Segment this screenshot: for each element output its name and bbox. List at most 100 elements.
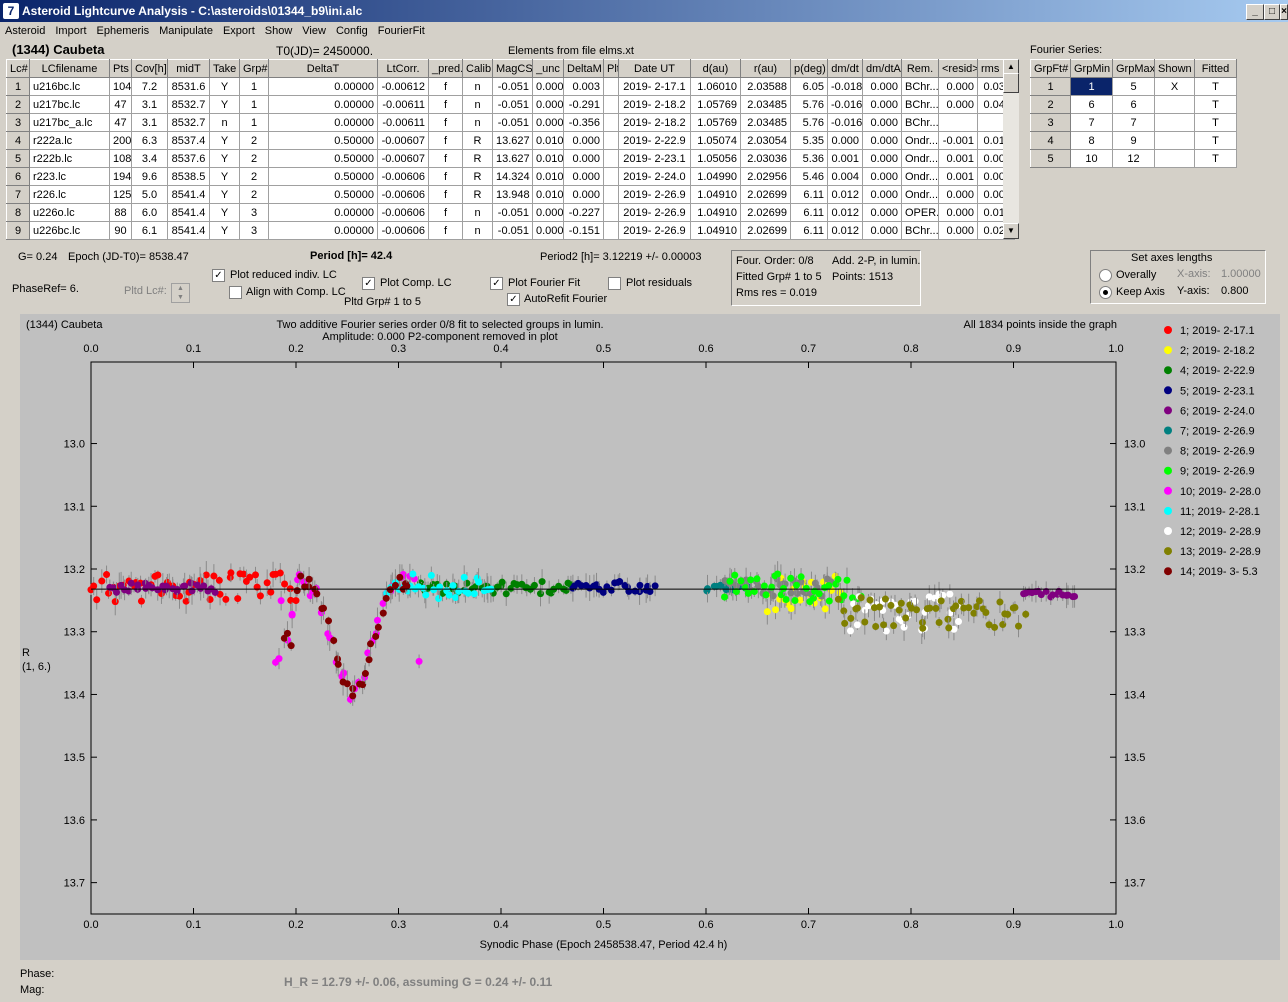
lc-column-header[interactable]: DeltaT — [268, 59, 378, 78]
lc-cell[interactable]: 1.05056 — [690, 149, 741, 168]
lc-cell[interactable]: 3.1 — [131, 95, 168, 114]
lc-cell[interactable]: Y — [209, 203, 240, 222]
lc-cell[interactable]: -0.051 — [492, 77, 533, 96]
lc-cell[interactable]: BChr... — [901, 77, 939, 96]
lc-cell[interactable]: u226o.lc — [29, 203, 110, 222]
lc-cell[interactable]: -0.00606 — [377, 203, 429, 222]
lc-cell[interactable]: 6.11 — [790, 221, 828, 240]
fourier-cell[interactable]: X — [1154, 77, 1195, 96]
menu-view[interactable]: View — [297, 22, 331, 37]
lc-cell[interactable]: 0.00000 — [268, 203, 378, 222]
lc-cell[interactable]: 5.76 — [790, 113, 828, 132]
lc-cell[interactable]: 0.00000 — [268, 77, 378, 96]
lc-table-row[interactable]: 5 r222b.lc 108 3.4 8537.6 Y 2 0.50000 -0.00607 f R… — [6, 149, 1015, 168]
lc-cell[interactable]: 0.00000 — [268, 221, 378, 240]
lc-cell[interactable]: -0.00611 — [377, 95, 429, 114]
lc-cell[interactable]: 2.03485 — [740, 113, 791, 132]
lc-cell[interactable]: 0.004 — [827, 167, 863, 186]
lc-cell[interactable]: u217bc.lc — [29, 95, 110, 114]
lc-cell[interactable]: 0.000 — [862, 149, 902, 168]
lc-column-header[interactable]: Plt — [603, 59, 619, 78]
lc-cell[interactable] — [603, 149, 619, 168]
lc-cell[interactable]: 0.003 — [563, 77, 604, 96]
lc-cell[interactable]: n — [462, 221, 493, 240]
lc-cell[interactable]: 88 — [109, 203, 132, 222]
lc-cell[interactable]: 0.000 — [563, 185, 604, 204]
lc-cell[interactable]: 0.000 — [938, 185, 978, 204]
lc-cell[interactable]: 2.02699 — [740, 203, 791, 222]
lc-cell[interactable]: n — [462, 113, 493, 132]
lc-cell[interactable]: 14.324 — [492, 167, 533, 186]
lc-cell[interactable]: 1.04910 — [690, 221, 741, 240]
lc-cell[interactable]: 0.00000 — [268, 95, 378, 114]
lc-cell[interactable]: 6.3 — [131, 131, 168, 150]
lc-cell[interactable] — [603, 167, 619, 186]
lc-cell[interactable]: u226bc.lc — [29, 221, 110, 240]
lc-cell[interactable]: f — [428, 167, 463, 186]
lc-cell[interactable]: 2 — [239, 131, 269, 150]
lc-cell[interactable]: 0.000 — [862, 203, 902, 222]
lc-cell[interactable]: 8532.7 — [167, 113, 210, 132]
keep-axis-radio[interactable] — [1099, 286, 1112, 299]
lc-cell[interactable]: 0.000 — [862, 113, 902, 132]
lc-cell[interactable]: r222b.lc — [29, 149, 110, 168]
lc-cell[interactable]: 1.06010 — [690, 77, 741, 96]
lc-column-header[interactable]: Rem. — [901, 59, 939, 78]
lc-cell[interactable]: 5.76 — [790, 95, 828, 114]
lc-cell[interactable]: 8537.4 — [167, 131, 210, 150]
lc-cell[interactable]: 1.05769 — [690, 95, 741, 114]
fourier-cell[interactable] — [1154, 95, 1195, 114]
lc-cell[interactable]: 5.0 — [131, 185, 168, 204]
menu-asteroid[interactable]: Asteroid — [0, 22, 50, 37]
lc-cell[interactable]: 0.010 — [532, 149, 564, 168]
scroll-thumb[interactable] — [1003, 73, 1019, 93]
menu-config[interactable]: Config — [331, 22, 373, 37]
row-header[interactable]: 2 — [1030, 95, 1071, 114]
row-header[interactable]: 7 — [6, 185, 30, 204]
lc-cell[interactable]: n — [462, 95, 493, 114]
lc-cell[interactable]: 0.000 — [532, 77, 564, 96]
lc-cell[interactable]: 0.000 — [532, 95, 564, 114]
lc-cell[interactable]: 0.50000 — [268, 149, 378, 168]
lc-cell[interactable]: BChr... — [901, 221, 939, 240]
lc-cell[interactable]: 0.000 — [862, 221, 902, 240]
menu-import[interactable]: Import — [50, 22, 91, 37]
lc-cell[interactable]: BChr... — [901, 113, 939, 132]
lc-cell[interactable]: 3.1 — [131, 113, 168, 132]
lc-column-header[interactable]: MagCS — [492, 59, 533, 78]
lc-cell[interactable]: Y — [209, 185, 240, 204]
fourier-table-row[interactable]: 377T — [1030, 113, 1237, 132]
lc-cell[interactable]: -0.00607 — [377, 131, 429, 150]
lc-cell[interactable]: 0.50000 — [268, 131, 378, 150]
fourier-cell[interactable]: 8 — [1070, 131, 1113, 150]
lc-cell[interactable]: 13.948 — [492, 185, 533, 204]
align-comp-checkbox[interactable] — [229, 286, 242, 299]
lc-cell[interactable]: Y — [209, 95, 240, 114]
lc-cell[interactable]: 13.627 — [492, 149, 533, 168]
lc-cell[interactable]: -0.016 — [827, 95, 863, 114]
lc-cell[interactable]: BChr... — [901, 95, 939, 114]
lc-cell[interactable]: 1.04910 — [690, 185, 741, 204]
row-header[interactable]: 5 — [1030, 149, 1071, 168]
lc-column-header[interactable]: _pred. — [428, 59, 463, 78]
fourier-cell[interactable] — [1154, 149, 1195, 168]
lc-cell[interactable]: 2019- 2-26.9 — [618, 203, 691, 222]
lc-cell[interactable]: 8537.6 — [167, 149, 210, 168]
lc-cell[interactable]: -0.051 — [492, 203, 533, 222]
lc-cell[interactable]: -0.291 — [563, 95, 604, 114]
lc-cell[interactable]: -0.051 — [492, 113, 533, 132]
period-value[interactable]: Period [h]= 42.4 — [310, 250, 392, 262]
fourier-cell[interactable] — [1154, 131, 1195, 150]
lc-table-row[interactable]: 1 u216bc.lc 104 7.2 8531.6 Y 1 0.00000 -0.00612 f… — [6, 77, 1015, 96]
lc-cell[interactable]: -0.016 — [827, 113, 863, 132]
row-header[interactable]: 9 — [6, 221, 30, 240]
fourier-cell[interactable]: 6 — [1070, 95, 1113, 114]
row-header[interactable]: 1 — [1030, 77, 1071, 96]
lc-column-header[interactable]: Cov[h] — [131, 59, 168, 78]
lc-cell[interactable] — [603, 185, 619, 204]
lc-cell[interactable]: 0.012 — [827, 221, 863, 240]
lc-cell[interactable]: 2019- 2-23.1 — [618, 149, 691, 168]
lc-cell[interactable]: 8541.4 — [167, 185, 210, 204]
lc-cell[interactable]: 2019- 2-18.2 — [618, 113, 691, 132]
lc-cell[interactable]: f — [428, 77, 463, 96]
